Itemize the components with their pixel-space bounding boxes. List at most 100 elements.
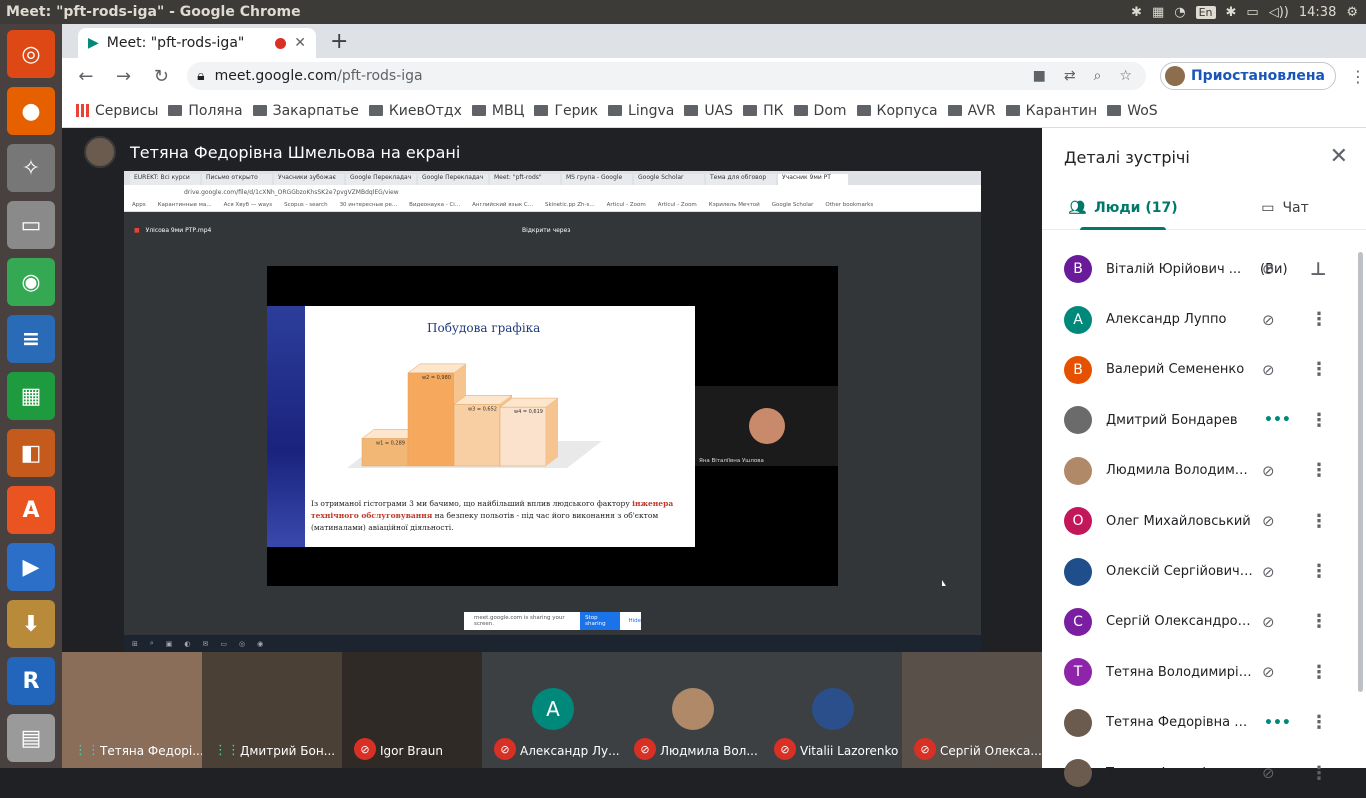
mic-off-icon[interactable]: ⊘ [1262, 260, 1275, 278]
bookmark-folder[interactable]: UAS [684, 103, 733, 119]
bookmark-folder[interactable]: Герик [534, 103, 598, 119]
bookmark-folder[interactable]: Карантин [1005, 103, 1097, 119]
shared-tab: EUREKT: Всі курси [130, 174, 200, 185]
profile-button[interactable]: Приостановлена [1159, 62, 1336, 90]
hide-button[interactable]: Hide [628, 618, 641, 624]
archive-icon[interactable]: ⬇ [7, 600, 55, 648]
zoom-icon[interactable]: ⌕ [1094, 68, 1102, 84]
more-options-icon[interactable]: ⋮ [1310, 763, 1328, 784]
tab-strip: ▶ Meet: "pft-rods-iga" ✕ + [62, 24, 1366, 58]
r-icon[interactable]: R [7, 657, 55, 705]
back-button[interactable]: ← [74, 66, 98, 87]
participant-tile[interactable]: A ⊘ Александр Лу... [482, 652, 622, 768]
pin-icon[interactable]: ⊥ [1310, 259, 1326, 280]
reload-button[interactable]: ↻ [149, 66, 173, 87]
ubuntu-icon[interactable]: ◎ [7, 30, 55, 78]
bookmark-folder[interactable]: WoS [1107, 102, 1158, 119]
mic-off-icon: ⊘ [354, 738, 376, 760]
workspaces-icon[interactable]: ▦ [1152, 5, 1164, 20]
mic-off-icon[interactable]: ⊘ [1262, 563, 1275, 581]
mic-off-icon[interactable]: ⊘ [1262, 663, 1275, 681]
forward-button[interactable]: → [112, 66, 136, 87]
participant-tile[interactable]: ⋮⋮ Тетяна Федорі... [62, 652, 202, 768]
bookmark-label: Закарпатье [272, 102, 359, 119]
more-options-icon[interactable]: ⋮ [1310, 410, 1328, 431]
bookmark-apps[interactable]: Сервисы [76, 103, 158, 119]
folder-icon [684, 105, 699, 116]
folder-icon [947, 105, 962, 116]
bookmark-label: WoS [1127, 102, 1158, 119]
bookmark-folder[interactable]: Закарпатье [252, 102, 359, 119]
media-icon[interactable]: ▶ [7, 543, 55, 591]
more-options-icon[interactable]: ⋮ [1310, 460, 1328, 481]
power-icon[interactable]: ⚙ [1346, 5, 1358, 20]
bookmark-folder[interactable]: ПК [743, 103, 784, 119]
keyboard-layout[interactable]: En [1195, 5, 1216, 19]
app-launcher: ◎ ● ✧ ▭ ◉ ≡ ▦ ◧ A ▶ ⬇ R ▤ [0, 24, 62, 768]
mic-off-icon: ⊘ [774, 738, 796, 760]
wifi-icon[interactable]: ◔ [1174, 5, 1185, 20]
lock-icon: 🔒︎ [197, 68, 205, 84]
clock[interactable]: 14:38 [1299, 5, 1336, 20]
more-options-icon[interactable]: ⋮ [1310, 561, 1328, 582]
bookmark-folder[interactable]: AVR [947, 103, 996, 119]
volume-icon[interactable]: ◁)) [1269, 5, 1289, 20]
chrome-icon[interactable]: ◉ [7, 258, 55, 306]
tab-meet[interactable]: ▶ Meet: "pft-rods-iga" ✕ [78, 28, 316, 58]
participant-tile[interactable]: ⊘ Igor Braun [342, 652, 482, 768]
firefox-icon[interactable]: ● [7, 87, 55, 135]
mic-off-icon[interactable]: ⊘ [1262, 764, 1275, 782]
impress-icon[interactable]: ◧ [7, 429, 55, 477]
bookmark-folder[interactable]: Корпуса [856, 103, 938, 119]
software-icon[interactable]: A [7, 486, 55, 534]
mic-off-icon[interactable]: ⊘ [1262, 311, 1275, 329]
chrome-menu-icon[interactable]: ⋮ [1350, 67, 1366, 86]
bluetooth-icon[interactable]: ✱ [1131, 5, 1142, 20]
shared-screen[interactable]: EUREKT: Всі курси Письмо открыто Учасники … [124, 171, 981, 652]
tab-chat[interactable]: ▭ Чат [1204, 186, 1366, 229]
printer-icon[interactable]: ▤ [7, 714, 55, 762]
close-icon[interactable]: ✕ [1330, 144, 1348, 169]
more-options-icon[interactable]: ⋮ [1310, 712, 1328, 733]
participant-tile[interactable]: ⊘ Людмила Вол... [622, 652, 762, 768]
settings-icon[interactable]: ✧ [7, 144, 55, 192]
chart-data-label: w2 = 0,980 [422, 375, 451, 381]
camera-icon[interactable]: ■ [1033, 68, 1046, 84]
more-options-icon[interactable]: ⋮ [1310, 662, 1328, 683]
bookmark-folder[interactable]: Поляна [168, 103, 243, 119]
folder-icon [1005, 105, 1020, 116]
tab-people[interactable]: 👥︎ Люди (17) [1042, 186, 1204, 230]
star-icon[interactable]: ☆ [1119, 68, 1132, 84]
participant-tile[interactable]: ⊘ Сергій Олекса... [902, 652, 1042, 768]
mic-off-icon[interactable]: ⊘ [1262, 512, 1275, 530]
files-icon[interactable]: ▭ [7, 201, 55, 249]
close-tab-icon[interactable]: ✕ [294, 35, 306, 51]
bookmark-folder[interactable]: Dom [793, 103, 847, 119]
calc-icon[interactable]: ▦ [7, 372, 55, 420]
writer-icon[interactable]: ≡ [7, 315, 55, 363]
bluetooth-status-icon[interactable]: ✱ [1226, 5, 1237, 20]
folder-icon [534, 105, 549, 116]
bookmark-folder[interactable]: МВЦ [471, 103, 524, 119]
bookmark-label: КиевОтдх [388, 102, 462, 119]
mic-off-icon[interactable]: ⊘ [1262, 361, 1275, 379]
mic-off-icon: ⊘ [634, 738, 656, 760]
battery-icon[interactable]: ▭ [1246, 5, 1258, 20]
bookmark-folder[interactable]: КиевОтдх [368, 102, 462, 119]
participant-name: Валерий Семененко [1106, 362, 1245, 378]
more-options-icon[interactable]: ⋮ [1310, 611, 1328, 632]
stop-sharing-button[interactable]: Stop sharing [580, 612, 621, 630]
address-bar[interactable]: 🔒︎ meet.google.com/pft-rods-iga ■ ⇄ ⌕ ☆ [187, 62, 1146, 90]
more-options-icon[interactable]: ⋮ [1310, 309, 1328, 330]
participant-name: Тетяна Федорівна Шме... [1106, 715, 1256, 731]
bookmark-folder[interactable]: Lingva [608, 103, 674, 119]
participant-tile[interactable]: ⋮⋮ Дмитрий Бон... [202, 652, 342, 768]
new-tab-button[interactable]: + [330, 29, 348, 54]
scrollbar[interactable] [1358, 252, 1363, 692]
mic-off-icon[interactable]: ⊘ [1262, 462, 1275, 480]
more-options-icon[interactable]: ⋮ [1310, 359, 1328, 380]
participant-tile[interactable]: ⊘ Vitalii Lazorenko [762, 652, 902, 768]
more-options-icon[interactable]: ⋮ [1310, 511, 1328, 532]
translate-icon[interactable]: ⇄ [1064, 68, 1076, 84]
mic-off-icon[interactable]: ⊘ [1262, 613, 1275, 631]
